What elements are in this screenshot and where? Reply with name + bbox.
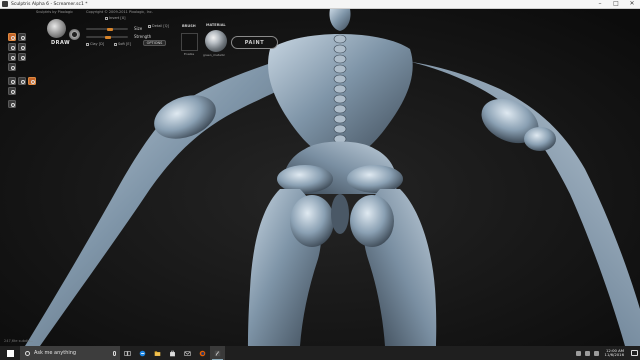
material-name: green_metallic xyxy=(203,53,226,57)
crease-icon xyxy=(11,46,15,50)
strength-slider-knob[interactable] xyxy=(105,35,111,39)
mask-icon xyxy=(11,90,15,94)
brush-label: BRUSH xyxy=(182,24,196,28)
tool-crease[interactable] xyxy=(8,43,16,51)
invert-checkbox[interactable] xyxy=(105,16,108,20)
draw-label: DRAW xyxy=(51,40,71,46)
material-preview[interactable] xyxy=(205,30,227,52)
paint-button[interactable]: PAINT xyxy=(231,36,278,49)
tool-smooth[interactable] xyxy=(8,63,16,71)
search-icon xyxy=(25,350,30,356)
clock[interactable]: 12:00 AM 11/6/2016 xyxy=(605,349,624,357)
rotate-icon xyxy=(21,80,25,84)
tool-extra[interactable] xyxy=(8,100,16,108)
invert-option[interactable]: Invert [X] xyxy=(105,16,126,20)
draw-brush-preview[interactable] xyxy=(47,19,66,38)
file-explorer-button[interactable] xyxy=(150,346,165,360)
grab-icon xyxy=(21,56,25,60)
store-button[interactable] xyxy=(165,346,180,360)
network-icon[interactable] xyxy=(584,350,590,356)
folder-icon xyxy=(154,350,161,356)
falloff-preview[interactable] xyxy=(69,29,80,40)
credit-text: Sculptris by Pixologic xyxy=(36,10,74,14)
tool-scale[interactable] xyxy=(28,77,36,85)
soft-option[interactable]: Soft [E] xyxy=(114,42,131,46)
tool-inflate[interactable] xyxy=(18,43,26,51)
search-placeholder: Ask me anything xyxy=(34,350,77,356)
brush-texture-swatch[interactable] xyxy=(181,33,198,51)
top-toolbar: Sculptris by Pixologic Copyright © 2009-… xyxy=(0,9,640,57)
system-tray: 12:00 AM 11/6/2016 xyxy=(575,346,640,360)
clay-checkbox[interactable] xyxy=(86,42,89,46)
task-view-icon xyxy=(124,350,131,356)
scale-icon xyxy=(31,80,35,84)
microphone-icon[interactable] xyxy=(113,350,116,356)
strength-label: Strength xyxy=(134,34,152,39)
clock-date: 11/6/2016 xyxy=(604,352,624,357)
tool-grab[interactable] xyxy=(18,53,26,61)
edge-icon xyxy=(139,350,146,356)
inflate-icon xyxy=(21,46,25,50)
window-title: Sculptris Alpha 6 - Screamer.sc1 * xyxy=(11,1,88,7)
tool-mask[interactable] xyxy=(8,87,16,95)
close-button[interactable]: ✕ xyxy=(624,0,640,8)
tool-flatten[interactable] xyxy=(18,33,26,41)
sculptris-button[interactable] xyxy=(210,346,225,360)
extra-icon xyxy=(11,103,15,107)
notifications-icon[interactable] xyxy=(631,350,638,356)
clay-option[interactable]: Clay [D] xyxy=(86,42,104,46)
maximize-button[interactable]: □ xyxy=(608,0,624,8)
search-box[interactable]: Ask me anything xyxy=(20,346,120,360)
pinch-icon xyxy=(11,56,15,60)
detail-checkbox[interactable] xyxy=(148,24,151,28)
app-icon xyxy=(2,1,8,7)
tool-draw[interactable] xyxy=(8,33,16,41)
detail-option[interactable]: Detail [Q] xyxy=(148,24,169,28)
volume-icon[interactable] xyxy=(593,350,599,356)
material-label: MATERIAL xyxy=(206,23,226,27)
options-button[interactable]: OPTIONS xyxy=(143,40,166,46)
store-icon xyxy=(170,350,175,356)
reduce-icon xyxy=(11,80,15,84)
firefox-button[interactable] xyxy=(195,346,210,360)
sculpt-model xyxy=(0,9,640,346)
minimize-button[interactable]: – xyxy=(592,0,608,8)
viewport[interactable] xyxy=(0,9,640,346)
tray-chevron-icon[interactable] xyxy=(575,350,581,356)
flatten-icon xyxy=(21,36,25,40)
smooth-icon xyxy=(11,66,15,70)
sculptris-icon xyxy=(214,350,221,356)
mail-button[interactable] xyxy=(180,346,195,360)
size-label: Size xyxy=(134,26,143,31)
firefox-icon xyxy=(199,350,206,356)
mail-icon xyxy=(184,350,191,356)
size-slider-knob[interactable] xyxy=(107,27,113,31)
brush-enable-label: Enable xyxy=(184,52,195,56)
window-controls: – □ ✕ xyxy=(592,0,640,8)
soft-checkbox[interactable] xyxy=(114,42,117,46)
copyright-text: Copyright © 2009-2011 Pixologic, Inc. xyxy=(86,10,153,14)
edge-button[interactable] xyxy=(135,346,150,360)
status-text: 247,6te subdiv... xyxy=(4,339,34,343)
start-button[interactable] xyxy=(0,346,20,360)
tool-pinch[interactable] xyxy=(8,53,16,61)
taskbar: Ask me anything 12:00 AM 11/6/2016 xyxy=(0,346,640,360)
windows-logo-icon xyxy=(6,349,14,357)
tool-reduce[interactable] xyxy=(8,77,16,85)
window-titlebar: Sculptris Alpha 6 - Screamer.sc1 * – □ ✕ xyxy=(0,0,640,9)
draw-icon xyxy=(11,36,15,40)
task-view-button[interactable] xyxy=(120,346,135,360)
tool-rotate[interactable] xyxy=(18,77,26,85)
